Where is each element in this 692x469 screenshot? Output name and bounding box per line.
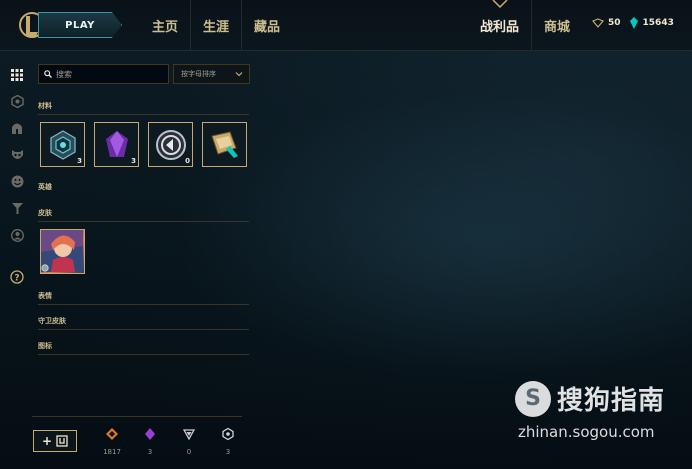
loot-tile-hextech-chest[interactable]: 3 — [40, 122, 85, 167]
nav-right: 战利品 商城 — [468, 0, 582, 51]
tile-count: 3 — [77, 157, 82, 165]
gemstone-amount: 0 — [186, 448, 192, 456]
orange-essence-icon — [106, 428, 118, 440]
bottom-currency-orange: 1817 — [98, 428, 126, 456]
ward-icon[interactable] — [9, 200, 25, 216]
section-skins: 皮肤 — [38, 208, 249, 222]
sort-label: 按字母排序 — [181, 70, 216, 78]
rp-amount: 50 — [608, 18, 621, 28]
currency-display: 50 15643 — [592, 17, 682, 29]
category-rail: ? — [0, 51, 32, 469]
loot-tile-mythic-essence[interactable]: 3 — [94, 122, 139, 167]
watermark-brand-row: S 搜狗指南 — [515, 380, 665, 417]
token-amount: 3 — [225, 448, 231, 456]
loot-panel: 搜索 按字母排序 材料 3 3 0 英雄 皮肤 表情 守卫皮肤 图标 — [32, 51, 257, 469]
nav-collection[interactable]: 藏品 — [242, 0, 292, 51]
loot-tile-skin[interactable] — [40, 229, 85, 274]
nav-left: 主页 生涯 藏品 — [140, 0, 292, 51]
bottom-currency-gemstone: 0 — [175, 428, 203, 456]
search-placeholder: 搜索 — [56, 69, 72, 79]
section-icons: 图标 — [38, 341, 249, 355]
loot-tile-key[interactable] — [202, 122, 247, 167]
tile-count: 0 — [185, 157, 190, 165]
blue-essence-icon — [629, 17, 638, 29]
section-emotes: 表情 — [38, 291, 249, 305]
token-icon — [222, 428, 234, 440]
top-bar: PLAY 主页 生涯 藏品 战利品 商城 50 15643 — [0, 0, 692, 51]
nav-loot[interactable]: 战利品 — [468, 0, 533, 51]
sogou-watermark: S 搜狗指南 zhinan.sogou.com — [515, 380, 665, 441]
svg-text:?: ? — [14, 274, 19, 284]
gemstone-icon — [183, 429, 195, 440]
profile-icon[interactable] — [9, 227, 25, 243]
essence-orb-icon — [155, 129, 186, 160]
bottom-divider — [32, 416, 242, 417]
watermark-brand: 搜狗指南 — [557, 386, 666, 416]
section-ward-skins: 守卫皮肤 — [38, 316, 249, 330]
watermark-url: zhinan.sogou.com — [518, 423, 655, 441]
skin-portrait-icon — [41, 230, 83, 272]
nav-home[interactable]: 主页 — [140, 0, 192, 51]
chevron-down-icon — [235, 72, 243, 77]
mythic-essence-icon — [105, 130, 128, 157]
hextech-chest-icon — [49, 129, 76, 160]
loot-tile-orange-essence[interactable]: 0 — [148, 122, 193, 167]
search-input[interactable]: 搜索 — [38, 64, 169, 84]
bottom-currency-token: 3 — [214, 428, 242, 456]
key-fragment-icon — [210, 130, 238, 158]
crafting-slot-icon — [56, 435, 68, 447]
sort-dropdown[interactable]: 按字母排序 — [173, 64, 250, 84]
bottom-currency-mythic: 3 — [136, 428, 164, 456]
emote-icon[interactable] — [9, 173, 25, 189]
play-button[interactable]: PLAY — [38, 12, 122, 38]
loot-chest-icon[interactable] — [9, 93, 25, 109]
add-to-crafting-button[interactable]: + — [33, 430, 77, 452]
add-label: + — [41, 434, 53, 448]
sogou-logo-icon: S — [515, 380, 551, 417]
helmet-icon[interactable] — [9, 120, 25, 136]
mythic-essence-amount: 3 — [147, 448, 153, 456]
rp-icon — [592, 18, 604, 28]
section-champions: 英雄 — [38, 183, 52, 191]
be-amount: 15643 — [642, 18, 674, 28]
nav-store[interactable]: 商城 — [532, 0, 582, 51]
help-icon[interactable]: ? — [9, 269, 25, 285]
mythic-essence-icon — [145, 428, 155, 440]
be-currency: 15643 — [629, 17, 674, 29]
tile-count: 3 — [131, 157, 136, 165]
section-materials: 材料 — [38, 101, 249, 115]
orange-essence-amount: 1817 — [103, 448, 121, 456]
mask-icon[interactable] — [9, 147, 25, 163]
search-icon — [44, 70, 52, 78]
nav-profile[interactable]: 生涯 — [191, 0, 243, 51]
rp-currency: 50 — [592, 18, 621, 28]
grid-icon[interactable] — [9, 67, 25, 83]
